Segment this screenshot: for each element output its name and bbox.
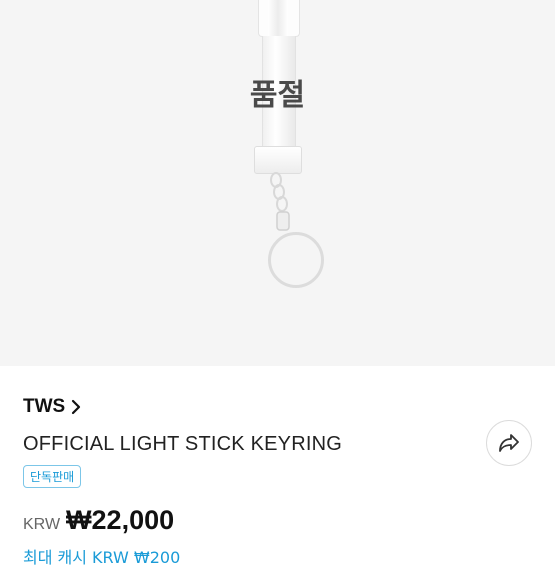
light-stick-cap (254, 146, 302, 174)
keychain-links (270, 172, 290, 231)
price-row: KRW ₩22,000 (23, 505, 174, 536)
price-value: ₩22,000 (66, 505, 175, 535)
sold-out-label: 품절 (249, 78, 306, 113)
light-stick-glow (268, 0, 288, 36)
product-title: OFFICIAL LIGHT STICK KEYRING (23, 433, 342, 455)
share-icon (499, 434, 519, 452)
share-button[interactable] (486, 420, 532, 466)
product-image[interactable]: 품절 (0, 0, 555, 366)
artist-name: TWS (23, 396, 66, 417)
cashback-info: 최대 캐시 KRW ₩200 (23, 548, 181, 567)
exclusive-sale-badge: 단독판매 (23, 465, 82, 488)
chevron-right-icon (72, 399, 81, 415)
artist-link[interactable]: TWS (23, 396, 83, 418)
keyring-ring (268, 232, 324, 288)
currency-label: KRW (23, 516, 61, 533)
